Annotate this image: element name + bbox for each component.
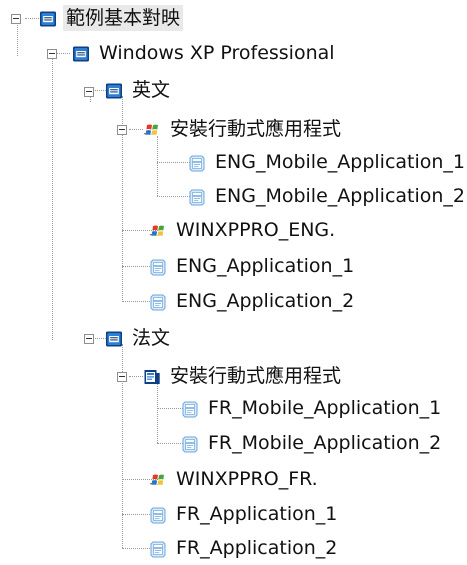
collapse-toggle-os[interactable] <box>47 49 57 59</box>
tree-node-language-fr[interactable]: 法文 <box>105 325 173 351</box>
tree-connector <box>17 21 18 56</box>
collapse-toggle-eng-install[interactable] <box>117 125 127 135</box>
tree-connector <box>157 383 158 443</box>
tree-node-label: 英文 <box>132 79 171 101</box>
windows-flag-icon <box>149 221 167 239</box>
tree-node-app[interactable]: FR_Application_2 <box>149 535 340 561</box>
tree-node-label: ENG_Mobile_Application_1 <box>215 151 466 173</box>
tree-node-label: ENG_Mobile_Application_2 <box>215 185 466 207</box>
tree-node-install-group-fr[interactable]: 安裝行動式應用程式 <box>143 363 344 389</box>
application-icon <box>149 539 167 557</box>
language-icon <box>105 81 123 99</box>
tree-connector <box>129 376 143 377</box>
tree-node-language-eng[interactable]: 英文 <box>105 77 173 103</box>
windows-install-icon <box>143 120 161 138</box>
tree-node-label: 安裝行動式應用程式 <box>170 365 342 387</box>
tree-node-label: 安裝行動式應用程式 <box>170 118 342 140</box>
tree-node-label: ENG_Application_2 <box>176 290 355 312</box>
tree-connector <box>157 136 158 196</box>
application-icon <box>149 505 167 523</box>
tree-connector <box>92 90 106 91</box>
tree-node-app[interactable]: ENG_Mobile_Application_1 <box>188 149 467 175</box>
map-icon <box>39 9 57 27</box>
tree-node-label: 範例基本對映 <box>63 5 184 31</box>
tree-node-label: FR_Application_1 <box>176 503 338 525</box>
tree-connector <box>129 129 143 130</box>
tree-node-label: FR_Mobile_Application_1 <box>208 397 442 419</box>
tree-node-label: 法文 <box>132 327 171 349</box>
tree-node-os-image-fr[interactable]: WINXPPRO_FR. <box>149 466 321 492</box>
tree-node-app[interactable]: ENG_Application_1 <box>149 253 357 279</box>
tree-node-app[interactable]: FR_Mobile_Application_2 <box>181 430 444 456</box>
tree-node-os-image-eng[interactable]: WINXPPRO_ENG. <box>149 217 338 243</box>
collapse-toggle-root[interactable] <box>11 14 21 24</box>
tree-connector <box>92 338 106 339</box>
language-icon <box>105 329 123 347</box>
tree-node-label: FR_Mobile_Application_2 <box>208 432 442 454</box>
tree-node-label: FR_Application_2 <box>176 537 338 559</box>
tree-connector <box>56 53 70 54</box>
application-icon <box>149 257 167 275</box>
tree-node-label: WINXPPRO_ENG. <box>176 219 336 241</box>
tree-node-os[interactable]: Windows XP Professional <box>72 40 338 66</box>
install-group-icon <box>143 367 161 385</box>
application-icon <box>149 292 167 310</box>
collapse-toggle-fr-install[interactable] <box>117 372 127 382</box>
collapse-toggle-eng[interactable] <box>84 87 94 97</box>
tree-node-app[interactable]: ENG_Application_2 <box>149 288 357 314</box>
application-icon <box>181 399 199 417</box>
os-icon <box>72 44 90 62</box>
application-icon <box>181 434 199 452</box>
tree-node-label: Windows XP Professional <box>99 42 335 64</box>
tree-node-root[interactable]: 範例基本對映 <box>39 5 184 31</box>
collapse-toggle-fr[interactable] <box>84 334 94 344</box>
tree-node-label: WINXPPRO_FR. <box>176 468 318 490</box>
tree-connector <box>52 58 53 340</box>
application-icon <box>188 153 206 171</box>
mapping-tree: 範例基本對映 Windows XP Professional 英文 安裝行動式應… <box>0 0 467 560</box>
tree-node-install-group-eng[interactable]: 安裝行動式應用程式 <box>143 116 344 142</box>
windows-flag-icon <box>149 470 167 488</box>
application-icon <box>188 187 206 205</box>
tree-node-app[interactable]: FR_Mobile_Application_1 <box>181 395 444 421</box>
tree-node-app[interactable]: FR_Application_1 <box>149 501 340 527</box>
tree-node-label: ENG_Application_1 <box>176 255 355 277</box>
tree-node-app[interactable]: ENG_Mobile_Application_2 <box>188 183 467 209</box>
tree-connector <box>25 18 39 19</box>
